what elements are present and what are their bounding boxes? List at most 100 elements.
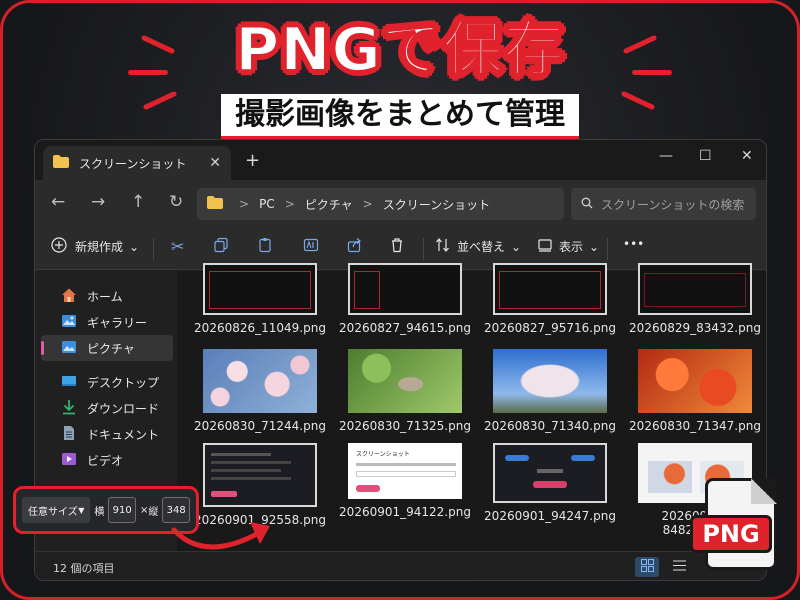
search-placeholder: スクリーンショットの検索 — [601, 197, 745, 212]
file-item[interactable]: 20260830_71325.png — [335, 349, 475, 433]
file-thumbnail — [203, 263, 317, 315]
file-thumbnail: スクリーンショット — [348, 443, 462, 499]
tab-close-icon[interactable]: ✕ — [209, 155, 221, 171]
breadcrumb-separator: > — [239, 197, 250, 211]
file-item[interactable]: 20260830_71244.png — [190, 349, 330, 433]
file-thumbnail — [203, 443, 317, 507]
file-item[interactable]: 20260830_71347.png — [625, 349, 765, 433]
sidebar-item-label: ピクチャ — [87, 341, 135, 356]
grid-view-button[interactable] — [635, 557, 659, 577]
sidebar-item-pictures[interactable]: ピクチャ — [41, 335, 173, 361]
file-name: 20260901_94247.png — [484, 509, 616, 523]
new-button-label: 新規作成 — [75, 240, 124, 254]
sidebar-item-label: ダウンロード — [87, 401, 160, 416]
file-item[interactable]: 20260827_94615.png — [335, 263, 475, 335]
share-button[interactable] — [347, 237, 363, 256]
grid-view-icon — [640, 558, 654, 576]
forward-button[interactable]: → — [91, 192, 105, 212]
file-thumbnail-photo — [493, 349, 607, 413]
tab-screenshots[interactable]: スクリーンショット ✕ — [43, 146, 231, 180]
file-item[interactable]: 20260830_71340.png — [480, 349, 620, 433]
file-thumbnail — [493, 263, 607, 315]
address-input[interactable]: > PC > ピクチャ > スクリーンショット — [197, 188, 564, 220]
file-name: 20260830_71244.png — [194, 419, 326, 433]
tab-title: スクリーンショット — [79, 156, 187, 171]
sort-icon — [435, 237, 451, 256]
headline-subtitle: 撮影画像をまとめて管理 — [221, 94, 579, 141]
search-input[interactable]: スクリーンショットの検索 — [571, 188, 756, 220]
view-icon — [537, 237, 553, 256]
desktop-icon — [61, 373, 77, 392]
sidebar-item-gallery[interactable]: ギャラリー — [41, 309, 173, 335]
toolbar-divider — [153, 238, 154, 260]
toolbar-divider — [607, 238, 608, 260]
trash-icon — [389, 237, 405, 256]
minimize-button[interactable]: — — [659, 148, 673, 164]
gallery-icon — [61, 313, 77, 332]
more-button[interactable]: ••• — [623, 237, 644, 251]
clipboard-icon — [257, 237, 273, 256]
file-item[interactable]: 20260901_94247.png — [480, 443, 620, 523]
rename-icon — [303, 237, 319, 256]
width-input[interactable]: 910 — [108, 497, 136, 523]
copy-button[interactable] — [213, 237, 229, 256]
file-name: 20260829_83432.png — [629, 321, 761, 335]
sort-button-label: 並べ替え — [457, 240, 506, 254]
new-tab-button[interactable]: + — [245, 150, 260, 171]
download-icon — [61, 399, 77, 418]
file-item[interactable]: スクリーンショット 20260901_94122.png — [335, 443, 475, 519]
close-window-button[interactable]: ✕ — [741, 148, 753, 164]
sidebar-item-label: ドキュメント — [87, 427, 160, 442]
png-badge: PNG — [690, 515, 772, 553]
sidebar-item-downloads[interactable]: ダウンロード — [41, 395, 173, 421]
thumb-title: スクリーンショット — [356, 451, 410, 458]
sidebar-item-videos[interactable]: ビデオ — [41, 447, 173, 473]
headline-text: PNGで保存 — [234, 14, 565, 86]
delete-button[interactable] — [389, 237, 405, 256]
file-item[interactable]: 20260829_83432.png — [625, 263, 765, 335]
sort-button[interactable]: 並べ替え ⌄ — [435, 237, 521, 256]
headline-title: PNGで保存 — [0, 12, 800, 88]
back-button[interactable]: ← — [51, 192, 65, 212]
size-mode-select[interactable]: 任意サイズ ▼ — [22, 497, 91, 523]
file-name: 20260830_71325.png — [339, 419, 471, 433]
toolbar-divider — [423, 238, 424, 260]
breadcrumb-separator: > — [362, 197, 373, 211]
maximize-button[interactable]: ☐ — [699, 148, 712, 164]
file-thumbnail — [348, 263, 462, 315]
file-thumbnail — [638, 263, 752, 315]
rename-button[interactable] — [303, 237, 319, 256]
up-button[interactable]: ↑ — [131, 192, 145, 212]
search-icon — [581, 197, 593, 212]
status-bar: 12 個の項目 — [35, 551, 766, 580]
share-icon — [347, 237, 363, 256]
file-item[interactable]: 20260827_95716.png — [480, 263, 620, 335]
sidebar-item-label: ギャラリー — [87, 315, 148, 330]
refresh-button[interactable]: ↻ — [169, 192, 183, 212]
plus-circle-icon — [51, 237, 67, 256]
pictures-icon — [61, 339, 77, 358]
file-thumbnail — [493, 443, 607, 503]
sidebar-item-desktop[interactable]: デスクトップ — [41, 369, 173, 395]
new-button[interactable]: 新規作成 ⌄ — [51, 237, 139, 256]
breadcrumb-separator: > — [284, 197, 295, 211]
paste-button[interactable] — [257, 237, 273, 256]
breadcrumb-screenshots[interactable]: スクリーンショット — [383, 196, 490, 213]
view-button-label: 表示 — [559, 240, 584, 254]
breadcrumb-pictures[interactable]: ピクチャ — [305, 196, 353, 213]
subtitle-wrap: 撮影画像をまとめて管理 — [0, 94, 800, 141]
sidebar-item-home[interactable]: ホーム — [41, 283, 173, 309]
page-fold — [751, 478, 777, 504]
chevron-down-icon: ⌄ — [129, 239, 140, 254]
list-view-button[interactable] — [667, 557, 691, 577]
documents-icon — [61, 425, 77, 444]
view-button[interactable]: 表示 ⌄ — [537, 237, 599, 256]
file-item[interactable]: 20260826_11049.png — [190, 263, 330, 335]
cut-button[interactable]: ✂ — [171, 237, 184, 256]
list-view-icon — [672, 559, 686, 576]
arrow-icon — [171, 522, 270, 550]
sidebar-item-label: ビデオ — [87, 453, 124, 468]
breadcrumb-pc[interactable]: PC — [259, 197, 275, 211]
sidebar-item-documents[interactable]: ドキュメント — [41, 421, 173, 447]
file-thumbnail-photo — [203, 349, 317, 413]
